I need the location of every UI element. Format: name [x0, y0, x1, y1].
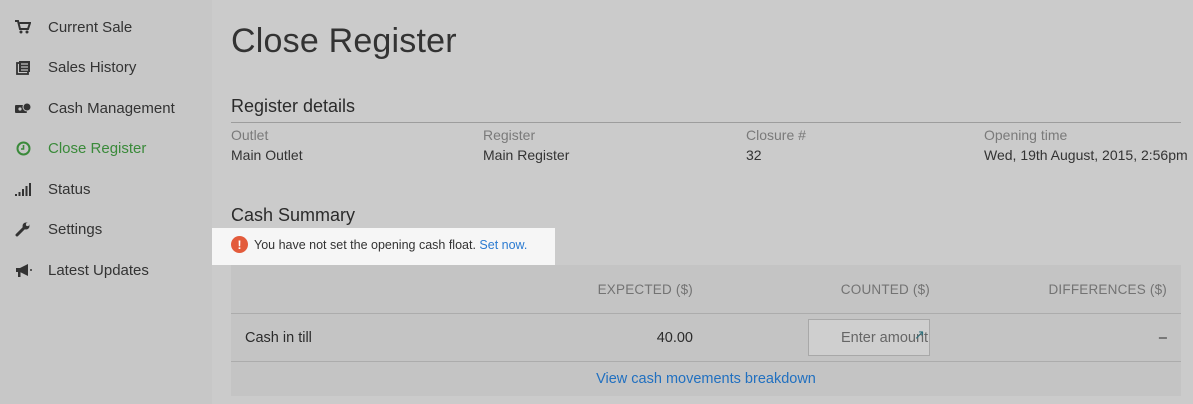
- counted-amount-input[interactable]: [808, 319, 930, 356]
- detail-outlet: Outlet Main Outlet: [231, 126, 303, 164]
- detail-value: Wed, 19th August, 2015, 2:56pm: [984, 147, 1188, 163]
- sidebar-item-latest-updates[interactable]: Latest Updates: [0, 254, 212, 286]
- sidebar-item-label: Sales History: [48, 58, 137, 76]
- detail-value: 32: [746, 147, 762, 163]
- cash-icon: [14, 99, 32, 117]
- detail-register: Register Main Register: [483, 126, 569, 164]
- sidebar-item-settings[interactable]: Settings: [0, 213, 212, 245]
- sidebar-item-sales-history[interactable]: Sales History: [0, 51, 212, 83]
- expand-arrow-icon[interactable]: ↗: [914, 327, 928, 342]
- sidebar-item-label: Current Sale: [48, 18, 133, 36]
- sidebar-item-label: Status: [48, 180, 91, 198]
- clock-icon: [14, 139, 32, 157]
- sidebar: Current Sale Sales History Cash Manageme…: [0, 0, 212, 404]
- sidebar-item-cash-management[interactable]: Cash Management: [0, 92, 212, 124]
- signal-bars-icon: [14, 180, 32, 198]
- megaphone-icon: [14, 261, 32, 279]
- sidebar-item-label: Settings: [48, 220, 103, 238]
- cash-summary-title: Cash Summary: [231, 205, 356, 225]
- cash-summary-table: EXPECTED ($) COUNTED ($) DIFFERENCES ($)…: [231, 265, 1181, 396]
- detail-closure: Closure # 32: [746, 126, 806, 164]
- header-expected: EXPECTED ($): [597, 282, 693, 297]
- sidebar-item-status[interactable]: Status: [0, 173, 212, 205]
- sidebar-item-label: Cash Management: [48, 99, 175, 117]
- expected-value: 40.00: [656, 330, 693, 346]
- detail-value: Main Outlet: [231, 147, 303, 163]
- sidebar-item-label: Close Register: [48, 139, 147, 157]
- exclamation-icon: !: [231, 236, 248, 253]
- difference-value: –: [1158, 330, 1167, 346]
- opening-float-alert: ! You have not set the opening cash floa…: [212, 228, 555, 265]
- register-details-title: Register details: [231, 96, 356, 116]
- sidebar-item-label: Latest Updates: [48, 261, 149, 279]
- detail-label: Outlet: [231, 127, 269, 143]
- detail-opening-time: Opening time Wed, 19th August, 2015, 2:5…: [984, 126, 1188, 164]
- page-title: Close Register: [231, 22, 457, 60]
- cart-icon: [14, 18, 32, 36]
- set-now-link[interactable]: Set now.: [479, 238, 527, 252]
- header-counted: COUNTED ($): [840, 282, 930, 297]
- alert-text: You have not set the opening cash float.: [254, 238, 476, 252]
- alert-message: You have not set the opening cash float.…: [254, 238, 527, 252]
- divider: [231, 122, 1181, 123]
- row-label-cash-in-till: Cash in till: [245, 330, 312, 346]
- detail-label: Closure #: [746, 127, 806, 143]
- wrench-icon: [14, 220, 32, 238]
- history-icon: [14, 58, 32, 76]
- sidebar-item-close-register[interactable]: Close Register: [0, 132, 212, 164]
- view-cash-movements-link[interactable]: View cash movements breakdown: [231, 371, 1181, 387]
- detail-label: Opening time: [984, 127, 1068, 143]
- detail-value: Main Register: [483, 147, 570, 163]
- header-differences: DIFFERENCES ($): [1048, 282, 1167, 297]
- row-divider: [231, 313, 1181, 314]
- main-content: Close Register Register details Outlet M…: [212, 0, 1193, 404]
- sidebar-item-current-sale[interactable]: Current Sale: [0, 11, 212, 43]
- row-divider: [231, 361, 1181, 362]
- detail-label: Register: [483, 127, 536, 143]
